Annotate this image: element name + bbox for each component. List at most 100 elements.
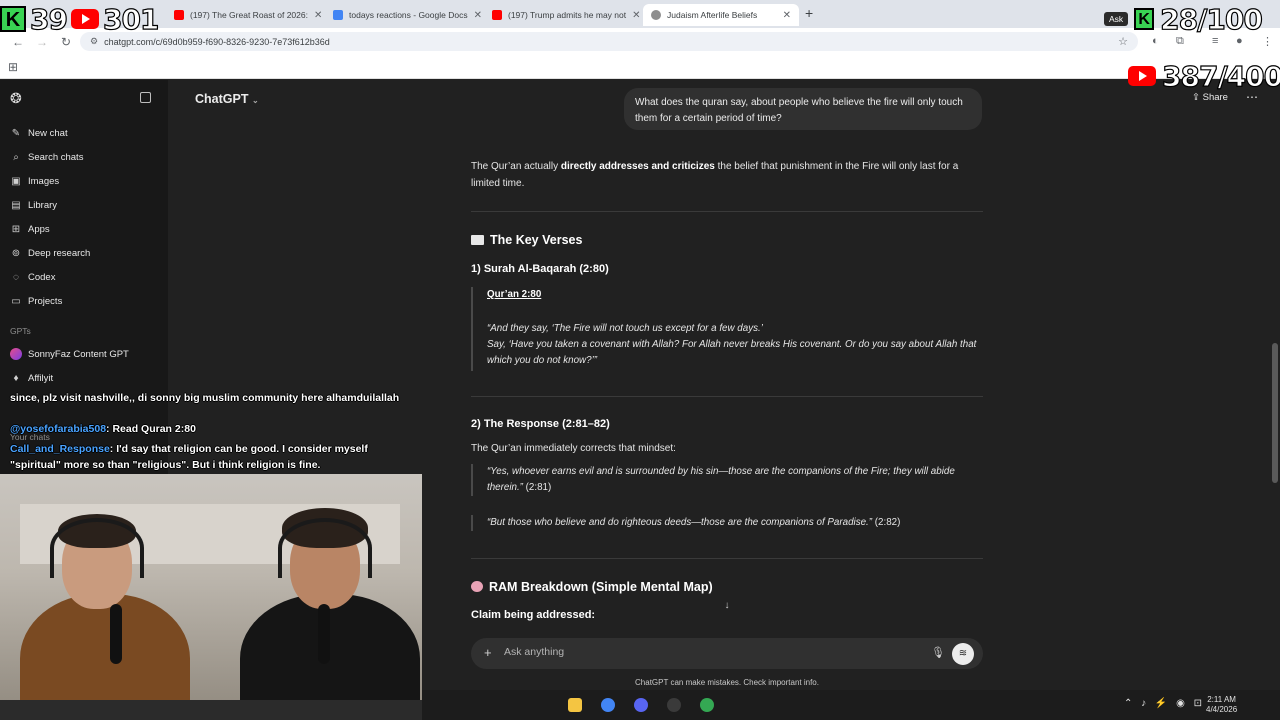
sidebar-item-label: Affilyit [28,372,54,384]
tab-close-icon[interactable]: ✕ [474,10,481,21]
model-name: ChatGPT [195,92,249,106]
follower-goal: 28/100 [1160,2,1264,36]
gpt-avatar-icon [10,348,22,360]
intro-bold: directly addresses and criticizes [560,161,715,172]
chat-message: @yosefofarabia508: Read Quran 2:80 [10,423,196,435]
sidebar-item-images[interactable]: ▣ Images [10,172,59,190]
discord-icon[interactable] [634,698,648,712]
microphone [110,604,122,664]
apps-icon: ⊞ [11,223,21,235]
quote-text: “But those who believe and do righteous … [487,517,873,528]
quote-line: Say, ‘Have you taken a covenant with All… [487,339,977,366]
chatgpt-favicon-icon [651,10,661,20]
sidebar-gpt-item[interactable]: SonnyFaz Content GPT [10,345,129,363]
section-heading: RAM Breakdown (Simple Mental Map) [471,580,713,594]
address-toolbar: ← → ↻ ⚙ chatgpt.com/c/69d0b959-f690-8326… [0,28,1280,55]
response-intro: The Qur’an immediately corrects that min… [471,443,676,454]
sidebar-item-apps[interactable]: ⊞ Apps [10,220,50,238]
telescope-icon: ⊚ [11,247,21,259]
clock[interactable]: 2:11 AM 4/4/2026 [1206,695,1237,715]
goal-overlay-bottom: 387/400 [1128,58,1280,94]
kick-viewer-count: 39 [29,2,68,36]
sidebar-item-label: Deep research [28,247,91,259]
chrome-profile-icon[interactable] [700,698,714,712]
tab-search-icon[interactable]: ≡ [1212,35,1218,47]
subscriber-goal: 387/400 [1161,59,1280,93]
extension-icon[interactable]: ◐ [1152,35,1159,47]
gpts-section-label: GPTs [10,326,31,336]
sidebar-item-new-chat[interactable]: ✎ New chat [10,124,68,142]
youtube-logo-icon [1128,66,1156,86]
forward-icon[interactable]: → [36,35,48,49]
microphone-icon[interactable]: 🎙 [931,646,945,659]
sidebar-item-label: SonnyFaz Content GPT [28,348,129,360]
microphone [318,604,330,664]
reload-icon[interactable]: ↻ [60,35,72,49]
model-selector[interactable]: ChatGPT ⌄ [195,92,259,106]
heading-text: RAM Breakdown (Simple Mental Map) [489,580,713,594]
browser-tab[interactable]: (197) The Great Roast of 2026: ✕ [166,4,322,26]
url-bar[interactable]: ⚙ chatgpt.com/c/69d0b959-f690-8326-9230-… [80,32,1138,51]
kick-logo-icon: K [0,6,26,32]
tab-title: Judaism Afterlife Beliefs [667,10,758,20]
openai-logo-icon[interactable]: ❂ [10,90,22,107]
clock-date: 4/4/2026 [1206,705,1238,714]
prompt-input[interactable] [504,646,904,658]
scrollbar-thumb[interactable] [1272,343,1278,483]
profile-avatar-icon[interactable]: ● [1236,35,1243,47]
chat-username: Call_and_Response [10,443,110,455]
sidebar-item-projects[interactable]: ▭ Projects [10,292,62,310]
system-tray-icons[interactable]: ⌃ ♪ ⚡ ◉ ⊡ [1124,698,1205,709]
back-icon[interactable]: ← [12,35,24,49]
chrome-icon[interactable] [601,698,615,712]
kick-logo-icon: K [1134,8,1155,30]
apps-grid-icon[interactable]: ⊞ [8,60,18,74]
chat-text: since, plz visit nashville,, di sonny bi… [10,392,400,404]
browser-tab[interactable]: (197) Trump admits he may not ✕ [484,4,640,26]
site-info-icon[interactable]: ⚙ [90,36,98,47]
webcam-feed [0,474,422,720]
tab-close-icon[interactable]: ✕ [632,10,640,21]
divider [471,558,983,559]
chat-message: Call_and_Response: I'd say that religion… [10,443,368,455]
tab-close-icon[interactable]: ✕ [314,10,322,21]
scroll-down-icon[interactable]: ↓ [719,600,735,616]
sidebar-item-deep-research[interactable]: ⊚ Deep research [10,244,91,262]
ask-button[interactable]: Ask [1104,12,1129,26]
user-message: What does the quran say, about people wh… [624,88,982,130]
new-tab-icon[interactable]: + [805,5,813,21]
puzzle-icon[interactable]: ⧉ [1176,35,1184,48]
youtube-favicon-icon [492,10,502,20]
quote-heading: Qur’an 2:80 [487,289,542,300]
stream-chat-overlay: since, plz visit nashville,, di sonny bi… [0,390,420,472]
bookmarks-bar: ⊞ [0,55,1280,79]
tab-title: todays reactions - Google Docs [349,10,468,20]
image-icon: ▣ [11,175,21,187]
browser-tab[interactable]: todays reactions - Google Docs ✕ [325,4,481,26]
tab-close-icon[interactable]: ✕ [783,10,791,21]
sidebar-item-codex[interactable]: ◌ Codex [10,268,55,286]
clock-time: 2:11 AM [1207,695,1236,704]
divider [471,211,983,212]
voice-mode-icon[interactable]: ≋ [952,643,974,665]
divider [471,396,983,397]
sidebar-gpt-item[interactable]: ♦ Affilyit [10,369,53,387]
obs-icon[interactable] [667,698,681,712]
browser-tab-active[interactable]: Judaism Afterlife Beliefs ✕ [643,4,799,26]
tab-title: (197) Trump admits he may not [508,10,627,20]
attach-plus-icon[interactable]: + [484,645,492,660]
browser-menu-icon[interactable]: ⋮ [1262,35,1273,48]
sidebar-toggle-icon[interactable] [140,92,151,103]
sidebar-item-label: Apps [28,223,50,235]
headset-icon [50,518,144,578]
sidebar-item-search-chats[interactable]: ⌕ Search chats [10,148,83,166]
file-explorer-icon[interactable] [568,698,582,712]
blockquote: “Yes, whoever earns evil and is surround… [471,464,983,496]
sidebar-item-library[interactable]: ▤ Library [10,196,57,214]
bookmark-star-icon[interactable]: ☆ [1118,35,1128,48]
url-text: chatgpt.com/c/69d0b959-f690-8326-9230-7e… [104,36,330,47]
sidebar-item-label: New chat [28,127,68,139]
subsection-heading: 2) The Response (2:81–82) [471,418,610,430]
subsection-heading: 1) Surah Al-Baqarah (2:80) [471,263,609,275]
sidebar-item-label: Library [28,199,58,211]
